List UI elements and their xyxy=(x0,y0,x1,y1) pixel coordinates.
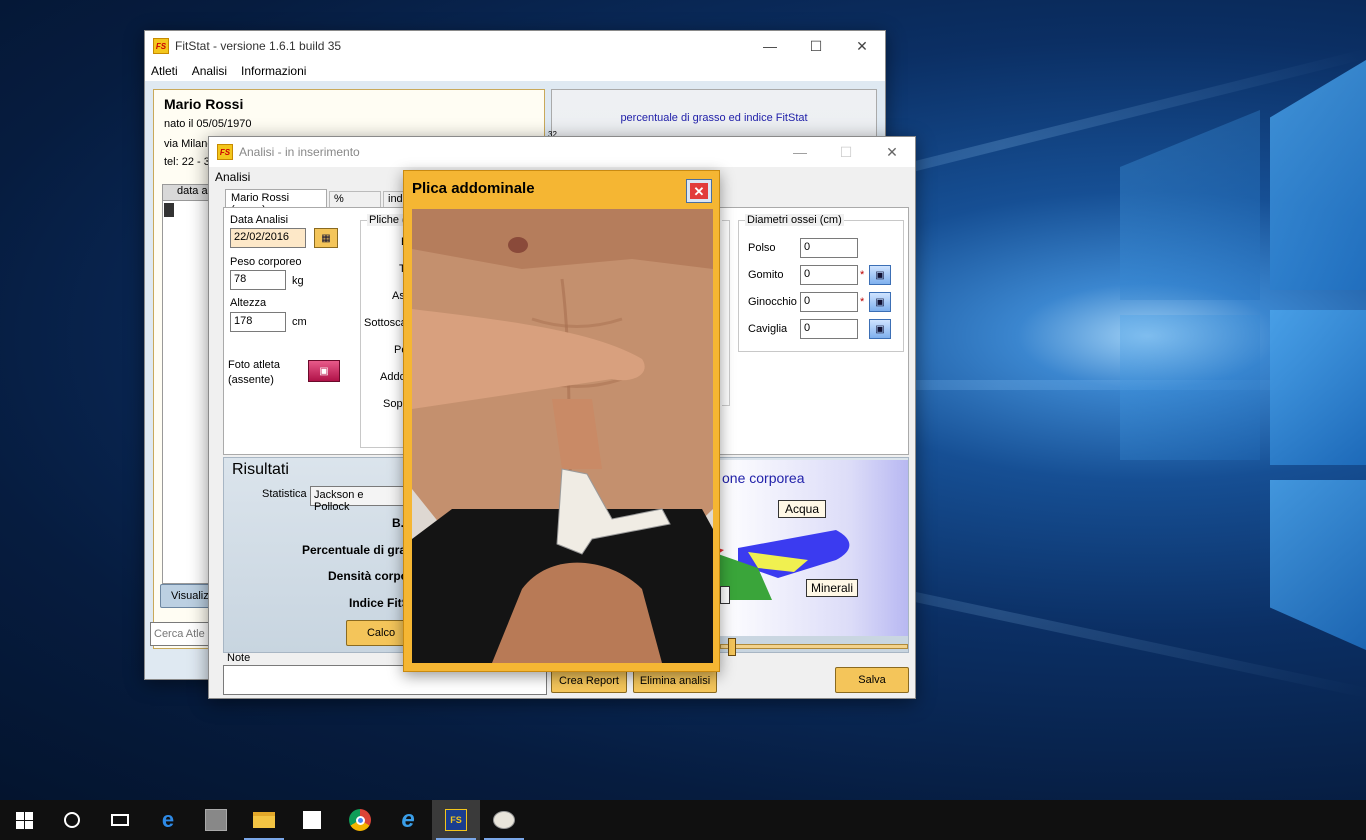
altezza-input[interactable]: 178 xyxy=(230,312,286,332)
menu-analisi[interactable]: Analisi xyxy=(215,170,250,184)
plica-label-4: Sottosca xyxy=(364,317,407,329)
data-analisi-input[interactable]: 22/02/2016 xyxy=(230,228,306,248)
athlete-name: Mario Rossi xyxy=(164,96,244,112)
peso-unit: kg xyxy=(292,275,304,287)
slider-track[interactable] xyxy=(720,644,908,649)
data-analisi-label: Data Analisi xyxy=(230,214,289,226)
foto-atleta-label: Foto atleta (assente) xyxy=(228,359,280,386)
elimina-analisi-button[interactable]: Elimina analisi xyxy=(633,669,717,693)
crea-report-button[interactable]: Crea Report xyxy=(551,669,627,693)
athlete-address: via Milano xyxy=(164,138,214,150)
caviglia-label: Caviglia xyxy=(748,323,788,335)
menu-atleti[interactable]: Atleti xyxy=(151,64,178,78)
result-density-label: Densità corpo xyxy=(328,569,409,583)
menu-analisi[interactable]: Analisi xyxy=(192,64,227,78)
main-titlebar[interactable]: FS FitStat - versione 1.6.1 build 35 — ☐… xyxy=(145,31,885,61)
close-x-icon: ✕ xyxy=(690,183,708,199)
app-gray-icon[interactable] xyxy=(192,800,240,840)
gomito-camera-button[interactable]: ▣ xyxy=(869,265,891,285)
composition-chart: one corporea Acqua Minerali xyxy=(718,460,908,636)
statistica-label: Statistica xyxy=(262,488,307,500)
plica-photo xyxy=(412,209,713,663)
taskbar: e e FS xyxy=(0,800,1366,840)
athlete-phone: tel: 22 - 3 xyxy=(164,156,210,168)
calendar-button[interactable]: ▦ xyxy=(314,228,338,248)
diametri-caption: Diametri ossei (cm) xyxy=(745,214,844,226)
edge-icon[interactable]: e xyxy=(144,800,192,840)
popup-close-button[interactable]: ✕ xyxy=(686,179,712,203)
main-window-title: FitStat - versione 1.6.1 build 35 xyxy=(175,39,342,53)
polso-input[interactable]: 0 xyxy=(800,238,858,258)
windows-start-icon[interactable] xyxy=(0,800,48,840)
fat-chart-title: percentuale di grasso ed indice FitStat xyxy=(620,112,808,124)
required-marker: * xyxy=(860,269,865,281)
main-menubar: Atleti Analisi Informazioni xyxy=(145,61,885,81)
pie-label-small xyxy=(720,586,730,604)
paint-icon[interactable] xyxy=(480,800,528,840)
peso-input[interactable]: 78 xyxy=(230,270,286,290)
caviglia-camera-button[interactable]: ▣ xyxy=(869,319,891,339)
cortana-circle-icon[interactable] xyxy=(48,800,96,840)
minimize-button[interactable]: — xyxy=(777,137,823,167)
altezza-unit: cm xyxy=(292,316,307,328)
fitstat-app-icon: FS xyxy=(217,144,233,160)
ginocchio-label: Ginocchio xyxy=(748,296,797,308)
diametri-group: Diametri ossei (cm) Polso 0 Gomito 0 * ▣… xyxy=(738,214,904,352)
tab-grasso[interactable]: % grasso xyxy=(329,191,381,217)
required-marker: * xyxy=(860,296,865,308)
maximize-button[interactable]: ☐ xyxy=(793,31,839,61)
file-explorer-icon[interactable] xyxy=(240,800,288,840)
chrome-icon[interactable] xyxy=(336,800,384,840)
plica-label-6: Addo xyxy=(380,371,406,383)
caviglia-input[interactable]: 0 xyxy=(800,319,858,339)
analysis-titlebar[interactable]: FS Analisi - in inserimento — ☐ ✕ xyxy=(209,137,915,167)
maximize-button[interactable]: ☐ xyxy=(823,137,869,167)
polso-label: Polso xyxy=(748,242,776,254)
altezza-label: Altezza xyxy=(230,297,267,309)
photo-camera-button[interactable]: ▣ xyxy=(308,360,340,382)
ginocchio-camera-button[interactable]: ▣ xyxy=(869,292,891,312)
close-button[interactable]: ✕ xyxy=(839,31,885,61)
ginocchio-input[interactable]: 0 xyxy=(800,292,858,312)
pie-label-minerali: Minerali xyxy=(806,579,859,597)
popup-title: Plica addominale xyxy=(412,180,535,197)
athlete-birth: nato il 05/05/1970 xyxy=(164,118,252,130)
menu-informazioni[interactable]: Informazioni xyxy=(241,64,306,78)
store-icon[interactable] xyxy=(288,800,336,840)
statistica-select[interactable]: Jackson e Pollock xyxy=(310,486,406,513)
analysis-window-title: Analisi - in inserimento xyxy=(239,145,360,159)
close-button[interactable]: ✕ xyxy=(869,137,915,167)
composition-pie xyxy=(718,530,850,600)
internet-explorer-icon[interactable]: e xyxy=(384,800,432,840)
result-fat-label: Percentuale di gra xyxy=(302,543,407,557)
row-pointer-icon xyxy=(164,203,174,217)
fitstat-app-icon: FS xyxy=(153,38,169,54)
note-label: Note xyxy=(227,652,251,664)
risultati-title: Risultati xyxy=(232,461,289,478)
peso-label: Peso corporeo xyxy=(230,256,302,268)
gomito-label: Gomito xyxy=(748,269,784,281)
plica-popup: Plica addominale ✕ xyxy=(403,170,720,672)
salva-button[interactable]: Salva xyxy=(835,667,909,693)
gomito-input[interactable]: 0 xyxy=(800,265,858,285)
fitstat-icon[interactable]: FS xyxy=(432,800,480,840)
pie-label-acqua: Acqua xyxy=(778,500,827,518)
tab-athlete[interactable]: Mario Rossi (uomo) xyxy=(225,189,327,216)
minimize-button[interactable]: — xyxy=(747,31,793,61)
result-fitstat-label: Indice FitS xyxy=(349,596,410,610)
task-view-icon[interactable] xyxy=(96,800,144,840)
slider-thumb[interactable] xyxy=(728,638,736,656)
